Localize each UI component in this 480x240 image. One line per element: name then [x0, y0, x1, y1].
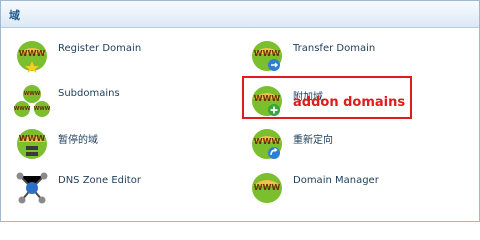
register-domain-link[interactable]: WWW Register Domain — [14, 38, 214, 78]
domain-manager-link[interactable]: WWW Domain Manager — [249, 170, 449, 210]
redirects-label: 重新定向 — [293, 135, 333, 146]
globe-star-icon: WWW — [17, 41, 47, 73]
transfer-domain-label: Transfer Domain — [293, 43, 376, 54]
panel-header: 域 — [1, 1, 479, 28]
globe-pause-icon: WWW — [17, 129, 47, 159]
parked-domains-link[interactable]: WWW 暂停的域 — [14, 126, 214, 166]
parked-domains-label: 暂停的域 — [58, 135, 98, 146]
svg-text:WWW: WWW — [254, 49, 281, 58]
subdomains-label: Subdomains — [58, 88, 120, 99]
svg-text:WWW: WWW — [19, 49, 46, 58]
dns-zone-editor-label: DNS Zone Editor — [58, 175, 141, 186]
dns-zone-editor-link[interactable]: DNS Zone Editor — [14, 170, 214, 210]
globe-redirect-icon: WWW — [252, 129, 282, 159]
svg-text:WWW: WWW — [34, 106, 50, 112]
network-icon — [16, 172, 48, 204]
panel-title: 域 — [9, 9, 20, 22]
svg-text:WWW: WWW — [254, 137, 281, 146]
subdomains-link[interactable]: WWW WWW WWW Subdomains — [14, 83, 214, 123]
svg-text:WWW: WWW — [24, 91, 41, 97]
globe-cluster-icon: WWW WWW WWW — [14, 85, 50, 117]
register-domain-label: Register Domain — [58, 43, 142, 54]
svg-text:WWW: WWW — [14, 106, 31, 112]
annotation-text: addon domains — [293, 95, 406, 110]
globe-transfer-icon: WWW — [252, 41, 282, 71]
globe-icon: WWW — [252, 173, 282, 203]
domains-panel: 域 WWW Register Domain WWW Transfer Domai… — [0, 0, 480, 222]
domain-manager-label: Domain Manager — [293, 175, 379, 186]
svg-text:WWW: WWW — [19, 134, 46, 143]
transfer-domain-link[interactable]: WWW Transfer Domain — [249, 38, 449, 78]
redirects-link[interactable]: WWW 重新定向 — [249, 126, 449, 166]
svg-text:WWW: WWW — [254, 183, 281, 192]
